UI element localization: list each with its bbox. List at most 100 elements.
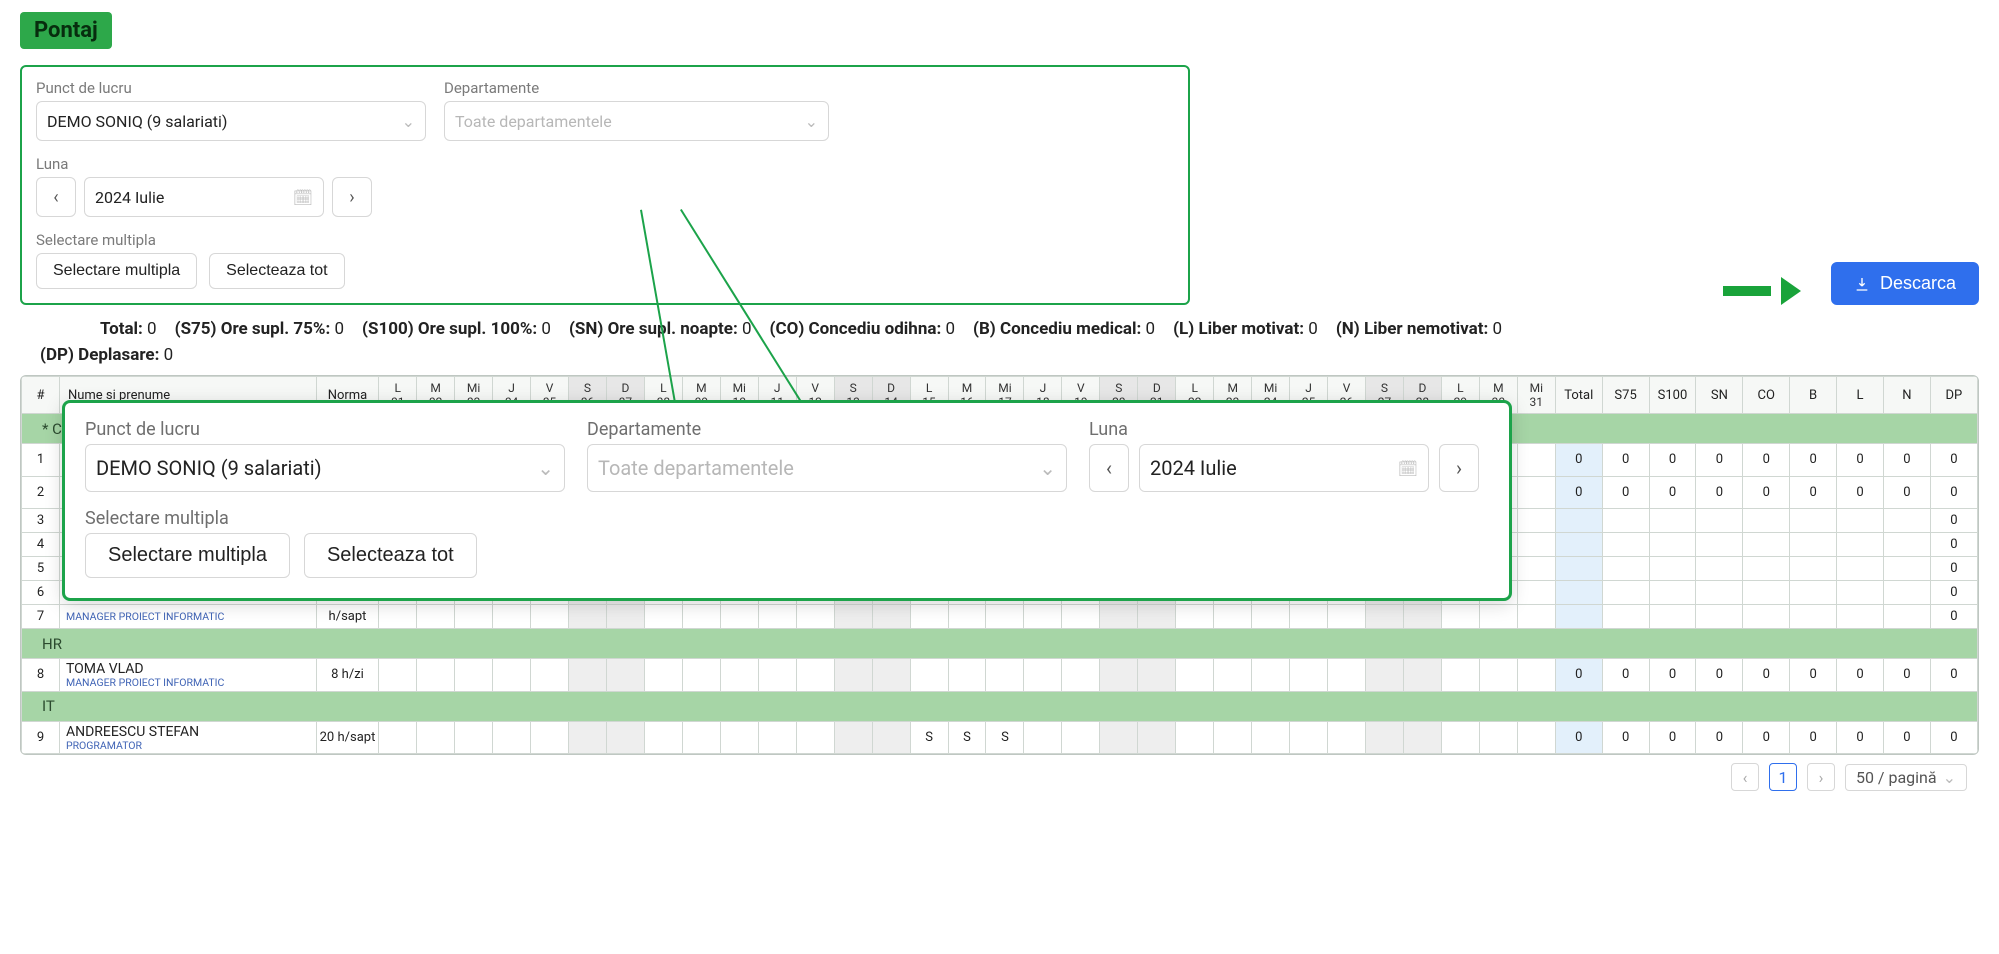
day-cell[interactable]: [1517, 721, 1555, 754]
day-cell[interactable]: S: [986, 721, 1024, 754]
day-cell[interactable]: [1290, 721, 1328, 754]
page-prev-button[interactable]: ‹: [1731, 763, 1759, 791]
day-cell[interactable]: [1138, 659, 1176, 692]
day-cell[interactable]: [1100, 721, 1138, 754]
day-cell[interactable]: [834, 605, 872, 629]
day-cell[interactable]: [1252, 659, 1290, 692]
month-picker[interactable]: 2024 Iulie 🗓: [1139, 444, 1429, 492]
day-cell[interactable]: [531, 659, 569, 692]
day-cell[interactable]: [1214, 721, 1252, 754]
month-picker[interactable]: 2024 Iulie 🗓: [84, 177, 324, 217]
day-cell[interactable]: [531, 605, 569, 629]
day-cell[interactable]: [1441, 721, 1479, 754]
day-cell[interactable]: [455, 659, 493, 692]
day-cell[interactable]: [1517, 476, 1555, 509]
day-cell[interactable]: [455, 721, 493, 754]
day-cell[interactable]: [1479, 605, 1517, 629]
day-cell[interactable]: [644, 659, 682, 692]
day-cell[interactable]: [606, 721, 644, 754]
day-cell[interactable]: [758, 659, 796, 692]
day-cell[interactable]: [417, 721, 455, 754]
day-cell[interactable]: [1517, 659, 1555, 692]
month-next-button[interactable]: ›: [1439, 444, 1479, 492]
day-cell[interactable]: [910, 605, 948, 629]
day-cell[interactable]: [1100, 605, 1138, 629]
per-page-select[interactable]: 50 / pagină ⌄: [1845, 764, 1967, 791]
day-cell[interactable]: [1024, 605, 1062, 629]
day-cell[interactable]: [1252, 605, 1290, 629]
day-cell[interactable]: [1479, 721, 1517, 754]
day-cell[interactable]: [1100, 659, 1138, 692]
day-cell[interactable]: [834, 659, 872, 692]
departamente-select[interactable]: Toate departamentele ⌄: [587, 444, 1067, 492]
day-cell[interactable]: [796, 605, 834, 629]
day-cell[interactable]: [1214, 659, 1252, 692]
day-cell[interactable]: [569, 605, 607, 629]
day-cell[interactable]: [1176, 721, 1214, 754]
selecteaza-tot-button[interactable]: Selecteaza tot: [304, 533, 477, 578]
employee-cell[interactable]: ANDREESCU STEFANPROGRAMATOR: [59, 721, 316, 754]
day-cell[interactable]: [1328, 721, 1366, 754]
month-prev-button[interactable]: ‹: [36, 177, 76, 217]
day-cell[interactable]: [758, 605, 796, 629]
day-cell[interactable]: [1024, 659, 1062, 692]
departamente-select[interactable]: Toate departamentele ⌄: [444, 101, 829, 141]
day-cell[interactable]: [1328, 659, 1366, 692]
day-cell[interactable]: [986, 605, 1024, 629]
day-cell[interactable]: [682, 605, 720, 629]
day-cell[interactable]: [379, 605, 417, 629]
day-cell[interactable]: [1062, 659, 1100, 692]
day-cell[interactable]: [1366, 605, 1404, 629]
day-cell[interactable]: [1024, 721, 1062, 754]
day-cell[interactable]: [682, 659, 720, 692]
employee-cell[interactable]: MANAGER PROIECT INFORMATIC: [59, 605, 316, 629]
day-cell[interactable]: [1366, 721, 1404, 754]
day-cell[interactable]: [1176, 605, 1214, 629]
descarca-button[interactable]: Descarca: [1831, 262, 1979, 305]
day-cell[interactable]: [417, 659, 455, 692]
day-cell[interactable]: [644, 605, 682, 629]
day-cell[interactable]: [1138, 721, 1176, 754]
day-cell[interactable]: [1062, 605, 1100, 629]
day-cell[interactable]: [1517, 444, 1555, 477]
day-cell[interactable]: [417, 605, 455, 629]
day-cell[interactable]: [1517, 533, 1555, 557]
day-cell[interactable]: [1290, 659, 1328, 692]
day-cell[interactable]: [1403, 605, 1441, 629]
day-cell[interactable]: [1479, 659, 1517, 692]
day-cell[interactable]: S: [948, 721, 986, 754]
day-cell[interactable]: [872, 659, 910, 692]
day-cell[interactable]: [796, 721, 834, 754]
day-cell[interactable]: S: [910, 721, 948, 754]
day-cell[interactable]: [1517, 509, 1555, 533]
day-cell[interactable]: [606, 659, 644, 692]
day-cell[interactable]: [569, 659, 607, 692]
day-cell[interactable]: [1403, 721, 1441, 754]
day-cell[interactable]: [834, 721, 872, 754]
day-cell[interactable]: [720, 721, 758, 754]
day-cell[interactable]: [910, 659, 948, 692]
day-cell[interactable]: [531, 721, 569, 754]
month-next-button[interactable]: ›: [332, 177, 372, 217]
day-cell[interactable]: [1366, 659, 1404, 692]
day-cell[interactable]: [1214, 605, 1252, 629]
page-number[interactable]: 1: [1769, 763, 1797, 791]
day-cell[interactable]: [644, 721, 682, 754]
day-cell[interactable]: [1328, 605, 1366, 629]
day-cell[interactable]: [872, 721, 910, 754]
day-cell[interactable]: [1517, 557, 1555, 581]
selecteaza-tot-button[interactable]: Selecteaza tot: [209, 253, 344, 289]
day-cell[interactable]: [720, 659, 758, 692]
day-cell[interactable]: [720, 605, 758, 629]
day-cell[interactable]: [1062, 721, 1100, 754]
day-cell[interactable]: [1138, 605, 1176, 629]
day-cell[interactable]: [455, 605, 493, 629]
day-cell[interactable]: [1176, 659, 1214, 692]
day-cell[interactable]: [493, 605, 531, 629]
punct-de-lucru-select[interactable]: DEMO SONIQ (9 salariati) ⌄: [36, 101, 426, 141]
day-cell[interactable]: [1441, 605, 1479, 629]
selectare-multipla-button[interactable]: Selectare multipla: [85, 533, 290, 578]
day-cell[interactable]: [1441, 659, 1479, 692]
day-cell[interactable]: [493, 721, 531, 754]
day-cell[interactable]: [682, 721, 720, 754]
